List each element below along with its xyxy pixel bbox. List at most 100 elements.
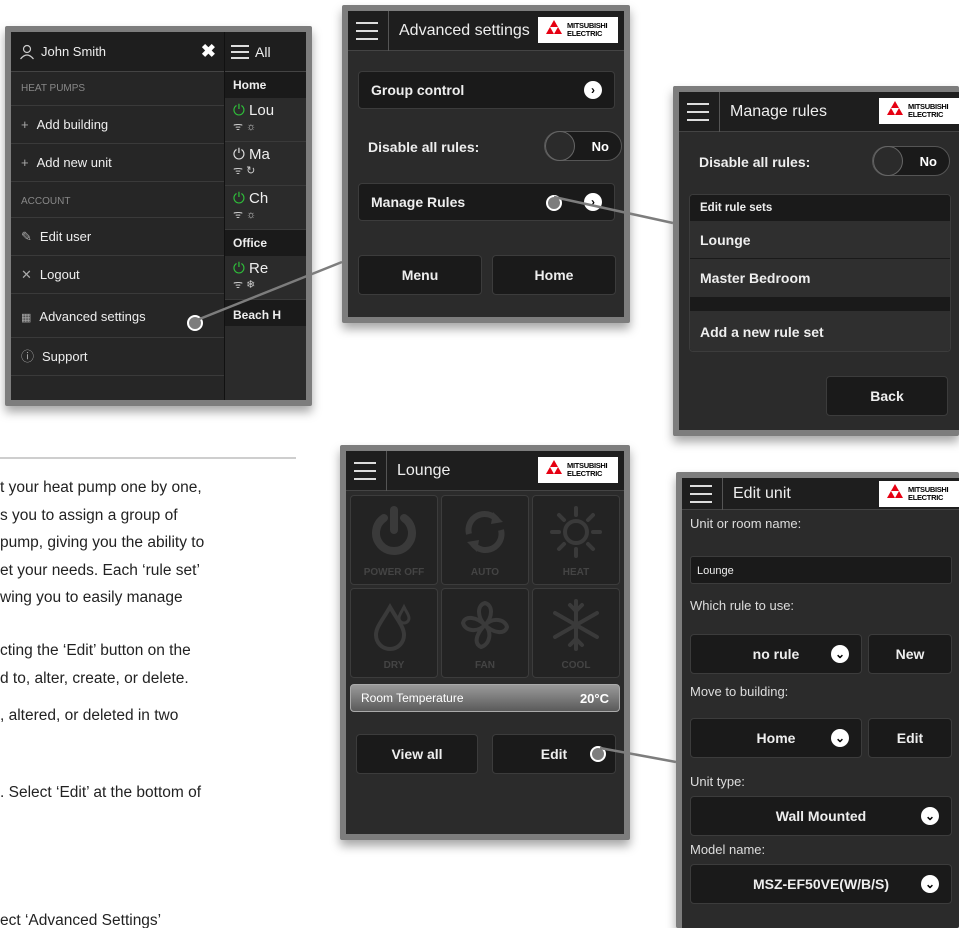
manage-rules-screen: Manage rules MITSUBISHI ELECTRIC Disable … [673,86,959,436]
disable-rules-toggle[interactable]: No [544,131,622,161]
callout-dot [546,195,562,211]
behind-title: All [255,43,271,60]
body-text-line: s you to assign a group of [0,507,178,524]
body-text-line: cting the ‘Edit’ button on the [0,642,191,659]
wifi-icon: ᯤ [233,121,244,133]
body-text-line: pump, giving you the ability to [0,534,205,551]
chevron-right-icon: › [584,81,602,99]
sun-icon: ☼ [246,121,257,133]
edit-building-button[interactable]: Edit [868,718,952,758]
manage-rules-button[interactable]: Manage Rules › [358,183,615,221]
group-control-button[interactable]: Group control › [358,71,615,109]
auto-icon [465,511,505,553]
sun-icon: ☼ [246,209,257,221]
mode-power-off[interactable]: POWER OFF [350,495,438,585]
model-label: Model name: [690,842,766,857]
body-text-line: et your needs. Each ‘rule set’ [0,562,200,579]
unit-type-label: Unit type: [690,774,745,789]
hamburger-icon[interactable] [356,21,378,40]
mitsubishi-logo: MITSUBISHI ELECTRIC [538,17,618,43]
mode-cool[interactable]: COOL [532,588,620,678]
advanced-settings-screen: Advanced settings MITSUBISHI ELECTRIC Gro… [342,5,630,323]
building-beach-header: Beach H [225,300,306,326]
disable-all-rules-label: Disable all rules: [699,154,811,170]
unit-type-select[interactable]: Wall Mounted ⌄ [690,796,952,836]
home-button[interactable]: Home [492,255,616,295]
snowflake-icon [553,599,599,651]
body-text-line: , altered, or deleted in two [0,707,179,724]
close-icon[interactable]: ✖ [201,41,216,62]
side-menu-panel: John Smith ✖ HEAT PUMPS + Add building + A… [11,32,224,400]
power-icon: ⏻ [233,260,245,277]
edit-unit-screen: Edit unit MITSUBISHI ELECTRIC Unit or roo… [676,472,959,928]
building-office-header: Office [225,230,306,256]
wifi-icon: ᯤ [233,165,244,177]
unit-name-input[interactable]: Lounge [690,556,952,584]
home-screen-behind: All Home ⏻ Lou ᯤ ☼ ⏻ Ma ᯤ ↻ ⏻ Ch ᯤ ☼ Off… [224,32,306,400]
side-menu-screen: John Smith ✖ HEAT PUMPS + Add building + A… [5,26,312,406]
power-icon: ⏻ [233,102,245,119]
mitsubishi-logo: MITSUBISHI ELECTRIC [538,457,618,483]
page-title: Manage rules [719,92,827,132]
toggle-knob [545,131,575,161]
new-rule-button[interactable]: New [868,634,952,674]
disable-rules-toggle[interactable]: No [872,146,950,176]
model-select[interactable]: MSZ-EF50VE(W/B/S) ⌄ [690,864,952,904]
lounge-unit-screen: Lounge MITSUBISHI ELECTRIC POWER OFF AUTO… [340,445,630,840]
auto-icon: ↻ [246,165,256,177]
toggle-knob [873,146,903,176]
mitsubishi-logo: MITSUBISHI ELECTRIC [879,98,959,124]
building-select[interactable]: Home ⌄ [690,718,862,758]
body-text-line: ect ‘Advanced Settings’ [0,912,162,928]
snowflake-icon: ❄ [246,279,256,291]
menu-item-edit-user[interactable]: ✎ Edit user [11,218,224,256]
menu-item-logout[interactable]: ✕ Logout [11,256,224,294]
mode-dry[interactable]: DRY [350,588,438,678]
section-heat-pumps: HEAT PUMPS [11,72,224,106]
menu-item-add-new-unit[interactable]: + Add new unit [11,144,224,182]
wifi-icon: ᯤ [233,209,244,221]
grid-icon: ▦ [21,312,32,324]
mode-fan[interactable]: FAN [441,588,529,678]
page-title: Edit unit [722,478,791,510]
menu-item-support[interactable]: ⓘ Support [11,338,224,376]
rule-set-item[interactable]: Master Bedroom [690,259,950,297]
plus-icon: + [21,155,29,170]
unit-row[interactable]: ⏻ Lou ᯤ ☼ [225,98,306,142]
chevron-down-icon: ⌄ [831,729,849,747]
info-icon: ⓘ [21,349,35,364]
rule-select[interactable]: no rule ⌄ [690,634,862,674]
unit-row[interactable]: ⏻ Ma ᯤ ↻ [225,142,306,186]
chevron-down-icon: ⌄ [831,645,849,663]
hamburger-icon[interactable] [354,461,376,480]
building-label: Move to building: [690,684,789,699]
menu-button[interactable]: Menu [358,255,482,295]
mitsubishi-logo: MITSUBISHI ELECTRIC [879,481,959,507]
mode-auto[interactable]: AUTO [441,495,529,585]
menu-item-add-building[interactable]: + Add building [11,106,224,144]
rule-set-item[interactable]: Lounge [690,221,950,259]
body-text-line: wing you to easily manage [0,589,183,606]
rule-label: Which rule to use: [690,598,795,613]
hamburger-icon[interactable] [690,484,712,503]
power-icon [372,506,416,555]
add-rule-set-item[interactable]: Add a new rule set [690,311,950,351]
unit-row[interactable]: ⏻ Ch ᯤ ☼ [225,186,306,230]
plus-icon: + [21,117,29,132]
hamburger-icon[interactable] [687,102,709,121]
unit-row[interactable]: ⏻ Re ᯤ ❄ [225,256,306,300]
user-icon [19,44,35,60]
x-icon: ✕ [21,267,32,282]
back-button[interactable]: Back [826,376,948,416]
body-text-line: . Select ‘Edit’ at the bottom of [0,784,202,801]
chevron-down-icon: ⌄ [921,807,939,825]
edit-rule-sets-header: Edit rule sets [690,195,950,221]
hamburger-icon[interactable] [231,44,249,59]
callout-dot [590,746,606,762]
mode-heat[interactable]: HEAT [532,495,620,585]
disable-all-rules-label: Disable all rules: [368,139,480,155]
view-all-button[interactable]: View all [356,734,478,774]
building-home-header: Home [225,72,306,98]
rule-sets-list: Edit rule sets Lounge Master Bedroom Add… [689,194,951,352]
power-icon: ⏻ [233,190,245,207]
